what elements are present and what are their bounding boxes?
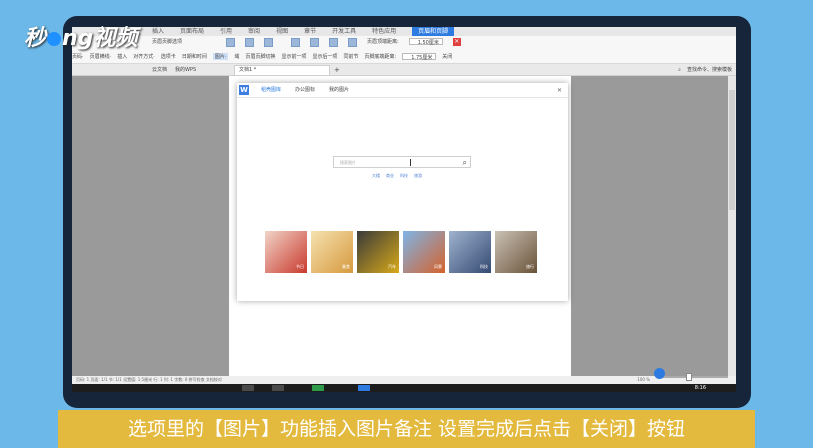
- ribbon-insert[interactable]: 插入: [117, 53, 127, 60]
- header-distance-value: 1.50厘米: [417, 40, 439, 46]
- thumbnail-label: 美食: [342, 264, 350, 269]
- status-info: 页码: 1 页面: 1/1 节: 1/1 设置值: 1.5厘米 行: 1 列: …: [76, 377, 222, 382]
- thumbnail-label: 汽车: [388, 264, 396, 269]
- online-picture-dialog: W 稻壳图库 办公图标 我的图片 ✕ 搜索图片 ⌕ 大楼 商业 科技 旅游 节日…: [237, 83, 568, 301]
- footer-distance-spinner[interactable]: 1.75厘米: [402, 53, 437, 61]
- dialog-header: W 稻壳图库 办公图标 我的图片 ✕: [237, 83, 568, 98]
- watermark-prefix: 秒: [24, 26, 47, 51]
- date-time-icon: [226, 38, 236, 47]
- menu-view[interactable]: 视图: [276, 27, 288, 36]
- thumbnail-festival[interactable]: 节日: [265, 231, 307, 273]
- taskbar-app-icon[interactable]: [272, 385, 284, 391]
- taskbar-app-icon[interactable]: [242, 385, 254, 391]
- ribbon-tab-stops[interactable]: 选项卡: [161, 53, 176, 60]
- document-tab[interactable]: 文档1 *: [234, 65, 330, 76]
- thumbnail-label: 节日: [296, 264, 304, 269]
- zoom-value[interactable]: 100 %: [637, 376, 650, 384]
- menu-references[interactable]: 引用: [220, 27, 232, 36]
- field-icon: [264, 38, 274, 47]
- search-icon[interactable]: ⌕: [678, 64, 681, 76]
- tag-building[interactable]: 大楼: [372, 173, 380, 179]
- taskbar-app-icon[interactable]: [312, 385, 324, 391]
- ribbon-show-next[interactable]: 显示后一项: [312, 53, 337, 60]
- menu-section[interactable]: 章节: [304, 27, 316, 36]
- menu-layout[interactable]: 页面布局: [180, 27, 204, 36]
- vertical-scrollbar[interactable]: [728, 76, 736, 376]
- logo-dot-icon: [47, 32, 62, 46]
- zoom-slider[interactable]: [658, 373, 728, 381]
- footer-distance-value: 1.75厘米: [411, 55, 433, 61]
- thumbnail-car[interactable]: 汽车: [357, 231, 399, 273]
- menu-bar: 插入 页面布局 引用 审阅 视图 章节 开发工具 特色应用 页眉和页脚: [72, 27, 736, 36]
- link-previous-icon: [348, 38, 358, 47]
- picture-icon: [245, 38, 255, 47]
- menu-insert[interactable]: 插入: [152, 27, 164, 36]
- hot-tags: 大楼 商业 科技 旅游: [372, 173, 422, 179]
- header-distance-spinner[interactable]: 1.50厘米: [408, 38, 443, 46]
- ribbon-same-as-previous[interactable]: 同前节: [343, 53, 358, 60]
- ribbon-header-line[interactable]: 页眉横线·: [90, 53, 112, 60]
- switch-icon: [291, 38, 301, 47]
- header-distance-label: 页眉顶端距离:: [367, 39, 399, 45]
- ribbon-field[interactable]: 域: [234, 53, 239, 60]
- ribbon-switch[interactable]: 页眉页脚切换: [245, 53, 275, 60]
- watermark-suffix: ng视频: [62, 26, 138, 51]
- screen: 插入 页面布局 引用 审阅 视图 章节 开发工具 特色应用 页眉和页脚 页眉页脚…: [72, 27, 736, 392]
- document-tab-bar: 云文档 我的WPS 文档1 * + ⌕ 查找命令、搜索模板: [72, 64, 736, 76]
- thumbnail-label: 旅行: [526, 264, 534, 269]
- document-tab-title: 文档1 *: [239, 67, 257, 73]
- next-icon: [329, 38, 339, 47]
- ribbon-header-footer-options[interactable]: 页眉页脚选项: [152, 38, 182, 47]
- zoom-slider-knob[interactable]: [686, 373, 692, 381]
- picture-search-input[interactable]: 搜索图片 ⌕: [333, 156, 471, 168]
- os-taskbar: 8:16: [72, 384, 736, 392]
- ribbon-show-previous[interactable]: 显示前一项: [281, 53, 306, 60]
- cloud-docs-tab[interactable]: 云文档: [152, 64, 167, 76]
- scrollbar-thumb[interactable]: [729, 90, 735, 210]
- wps-logo: W: [239, 85, 249, 95]
- ribbon-picture-button[interactable]: 图片·: [212, 53, 229, 60]
- thumbnail-label: 科技: [480, 264, 488, 269]
- watermark-logo: 秒 ng视频: [24, 20, 137, 52]
- picture-thumbnails: 节日 美食 汽车 风景 科技 旅行: [265, 231, 537, 273]
- close-button[interactable]: 关闭: [442, 53, 452, 60]
- menu-features[interactable]: 特色应用: [372, 27, 396, 36]
- new-tab-button[interactable]: +: [334, 64, 340, 76]
- tag-travel[interactable]: 旅游: [414, 173, 422, 179]
- tab-docer-gallery[interactable]: 稻壳图库: [261, 83, 281, 98]
- menu-developer[interactable]: 开发工具: [332, 27, 356, 36]
- tag-business[interactable]: 商业: [386, 173, 394, 179]
- taskbar-clock: 8:16: [694, 385, 706, 391]
- menu-header-footer[interactable]: 页眉和页脚: [412, 27, 455, 36]
- search-placeholder: 搜索图片: [340, 160, 356, 165]
- thumbnail-scenery[interactable]: 风景: [403, 231, 445, 273]
- search-icon[interactable]: ⌕: [463, 158, 467, 167]
- taskbar-app-icon[interactable]: [358, 385, 370, 391]
- ribbon-page-number[interactable]: 页码·: [72, 53, 84, 60]
- thumbnail-tech[interactable]: 科技: [449, 231, 491, 273]
- my-wps-tab[interactable]: 我的WPS: [175, 64, 196, 76]
- thumbnail-label: 风景: [434, 264, 442, 269]
- footer-distance-label: 页脚底端距离:: [364, 54, 397, 60]
- tab-office-icons[interactable]: 办公图标: [295, 83, 315, 98]
- ribbon-toolbar: 页眉页脚选项 页眉顶端距离: 1.50厘米 ✕ 页码· 页眉横线· 插入 对齐方…: [72, 36, 736, 64]
- status-bar: 页码: 1 页面: 1/1 节: 1/1 设置值: 1.5厘米 行: 1 列: …: [72, 373, 736, 384]
- thumbnail-travel[interactable]: 旅行: [495, 231, 537, 273]
- thumbnail-food[interactable]: 美食: [311, 231, 353, 273]
- tag-tech[interactable]: 科技: [400, 173, 408, 179]
- command-search[interactable]: 查找命令、搜索模板: [687, 64, 732, 76]
- tutorial-caption: 选项里的【图片】功能插入图片备注 设置完成后点击【关闭】按钮: [58, 410, 755, 448]
- previous-icon: [310, 38, 320, 47]
- tab-my-pictures[interactable]: 我的图片: [329, 83, 349, 98]
- menu-review[interactable]: 审阅: [248, 27, 260, 36]
- text-cursor: [410, 159, 411, 166]
- ribbon-date-time[interactable]: 日期和时间: [182, 53, 207, 60]
- click-indicator: [654, 368, 665, 379]
- close-header-footer-icon[interactable]: ✕: [452, 38, 461, 46]
- close-icon[interactable]: ✕: [557, 83, 562, 98]
- ribbon-align[interactable]: 对齐方式·: [133, 53, 155, 60]
